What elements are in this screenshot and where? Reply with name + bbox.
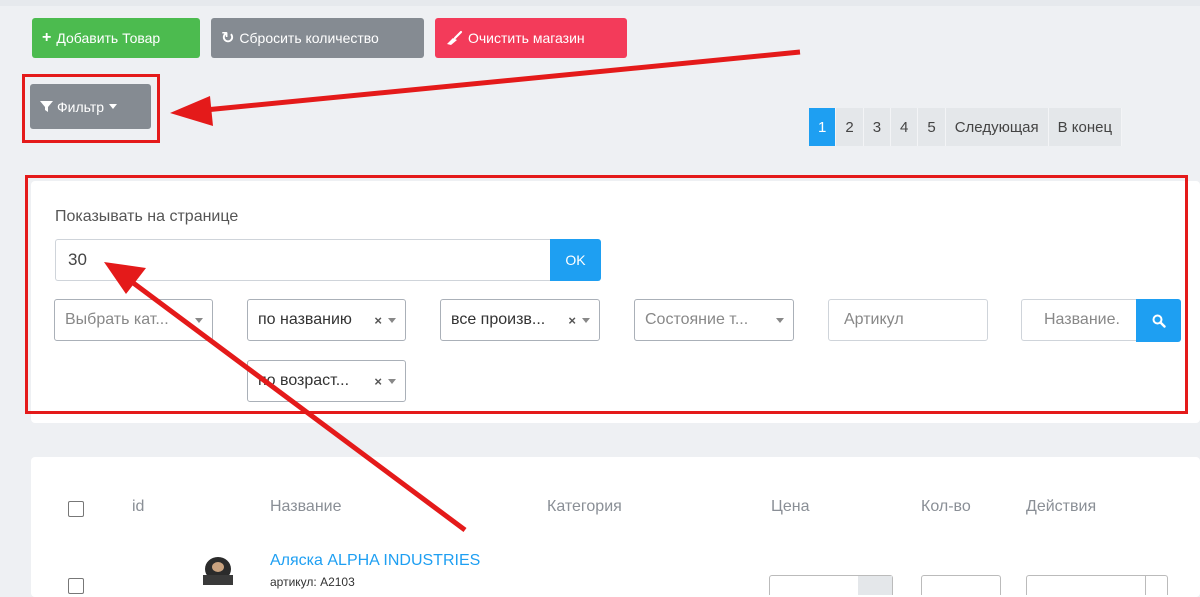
page-last[interactable]: В конец: [1048, 108, 1123, 146]
col-header-actions: Действия: [1026, 498, 1097, 515]
annotation-box-filter: [22, 74, 160, 143]
quantity-input[interactable]: [921, 575, 1001, 595]
product-thumbnail[interactable]: [198, 555, 238, 585]
page-5[interactable]: 5: [918, 108, 946, 146]
pagination: 1 2 3 4 5 Следующая В конец: [809, 108, 1123, 146]
page-next[interactable]: Следующая: [945, 108, 1049, 146]
annotation-box-filter-panel: [25, 175, 1188, 414]
clear-shop-label: Очистить магазин: [468, 30, 585, 46]
col-header-price[interactable]: Цена: [771, 498, 809, 516]
actions-divider: [1145, 575, 1146, 595]
product-name-link[interactable]: Аляска ALPHA INDUSTRIES: [270, 552, 480, 570]
reset-quantity-button[interactable]: ↻ Сбросить количество: [211, 18, 424, 58]
page-4[interactable]: 4: [891, 108, 919, 146]
col-header-category[interactable]: Категория: [547, 498, 622, 516]
plus-icon: +: [42, 29, 52, 46]
product-sku: артикул: A2103: [270, 575, 355, 589]
top-strip: [0, 0, 1200, 6]
page-1[interactable]: 1: [809, 108, 837, 146]
arrow-to-filter-button-head: [170, 96, 213, 126]
add-product-button[interactable]: + Добавить Товар: [32, 18, 200, 58]
add-product-label: Добавить Товар: [56, 30, 161, 46]
select-all-checkbox[interactable]: [68, 501, 84, 517]
row-checkbox[interactable]: [68, 578, 84, 594]
col-header-id[interactable]: id: [132, 498, 144, 516]
refresh-icon: ↻: [221, 30, 235, 47]
clear-shop-button[interactable]: Очистить магазин: [435, 18, 627, 58]
price-addon: [858, 576, 892, 595]
arrow-to-filter-button: [204, 49, 801, 113]
page-3[interactable]: 3: [863, 108, 892, 146]
actions-dropdown[interactable]: [1026, 575, 1168, 595]
broom-icon: [447, 30, 463, 45]
col-header-qty[interactable]: Кол-во: [921, 498, 971, 516]
page-2[interactable]: 2: [836, 108, 864, 146]
col-header-name[interactable]: Название: [270, 498, 342, 516]
reset-quantity-label: Сбросить количество: [239, 30, 379, 46]
